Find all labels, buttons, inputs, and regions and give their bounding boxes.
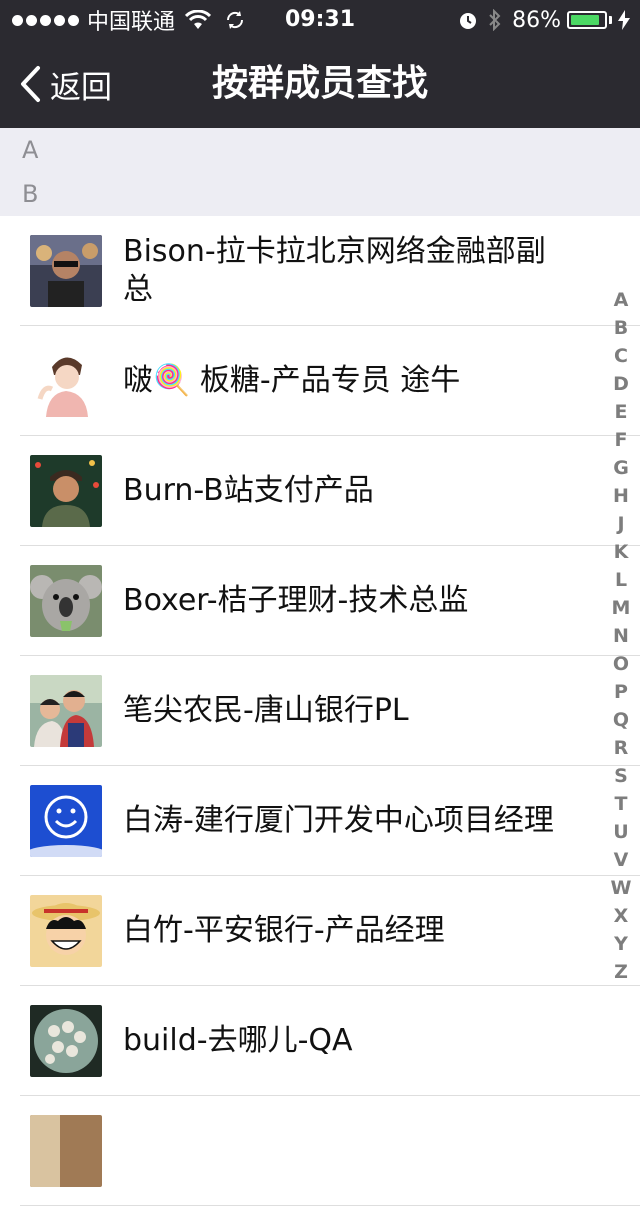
index-letter-q[interactable]: Q	[613, 706, 629, 734]
index-letter-e[interactable]: E	[615, 398, 628, 426]
member-list: Bison-拉卡拉北京网络金融部副总 啵🍭 板糖-产品专员 途牛 Burn-B站…	[0, 216, 640, 1206]
member-row[interactable]: Boxer-桔子理财-技术总监	[0, 546, 640, 656]
member-name: Boxer-桔子理财-技术总监	[123, 583, 469, 618]
index-letter-h[interactable]: H	[613, 482, 629, 510]
index-letter-s[interactable]: S	[614, 762, 628, 790]
member-row[interactable]: Burn-B站支付产品	[0, 436, 640, 546]
member-row[interactable]: 啵🍭 板糖-产品专员 途牛	[0, 326, 640, 436]
status-bar: 中国联通 09:31 86%	[0, 0, 640, 40]
index-letter-x[interactable]: X	[614, 902, 629, 930]
status-right: 86%	[458, 6, 630, 34]
member-name: 笔尖农民-唐山银行PL	[123, 693, 409, 728]
index-letter-a[interactable]: A	[614, 286, 629, 314]
avatar	[30, 455, 102, 527]
index-letter-k[interactable]: K	[614, 538, 629, 566]
avatar	[30, 565, 102, 637]
battery-icon	[567, 11, 607, 29]
avatar	[30, 785, 102, 857]
index-letter-l[interactable]: L	[615, 566, 627, 594]
index-letter-d[interactable]: D	[613, 370, 629, 398]
battery-level	[571, 15, 599, 25]
member-name	[123, 1096, 563, 1206]
alarm-icon	[460, 13, 477, 29]
index-letter-m[interactable]: M	[612, 594, 631, 622]
member-name: 啵🍭 板糖-产品专员 途牛	[123, 363, 461, 398]
avatar	[30, 345, 102, 417]
member-name: Bison-拉卡拉北京网络金融部副总	[123, 234, 546, 307]
navigation-bar: 返回 按群成员查找	[0, 40, 640, 128]
avatar	[30, 1115, 102, 1187]
bluetooth-icon	[489, 9, 501, 31]
member-row[interactable]: 白竹-平安银行-产品经理	[0, 876, 640, 986]
member-name: 白竹-平安银行-产品经理	[123, 913, 445, 948]
charging-icon	[618, 10, 630, 30]
index-letter-t[interactable]: T	[615, 790, 628, 818]
avatar	[30, 1005, 102, 1077]
index-letter-g[interactable]: G	[613, 454, 629, 482]
index-letter-w[interactable]: W	[611, 874, 632, 902]
index-letter-z[interactable]: Z	[614, 958, 628, 986]
avatar	[30, 235, 102, 307]
member-name: build-去哪儿-QA	[123, 1023, 353, 1058]
index-letter-u[interactable]: U	[613, 818, 628, 846]
avatar	[30, 895, 102, 967]
member-name: Burn-B站支付产品	[123, 473, 374, 508]
section-header-a: A	[0, 128, 640, 172]
section-header-b: B	[0, 172, 640, 216]
index-letter-r[interactable]: R	[614, 734, 629, 762]
member-row[interactable]: Bison-拉卡拉北京网络金融部副总	[0, 216, 640, 326]
index-letter-n[interactable]: N	[613, 622, 629, 650]
alphabet-index[interactable]: ABCDEFGHJKLMNOPQRSTUVWXYZ	[608, 286, 634, 986]
avatar	[30, 675, 102, 747]
index-letter-c[interactable]: C	[614, 342, 628, 370]
member-row[interactable]: 笔尖农民-唐山银行PL	[0, 656, 640, 766]
member-row[interactable]: 白涛-建行厦门开发中心项目经理	[0, 766, 640, 876]
index-letter-y[interactable]: Y	[614, 930, 628, 958]
index-letter-p[interactable]: P	[614, 678, 628, 706]
member-row[interactable]	[0, 1096, 640, 1206]
page-title: 按群成员查找	[211, 63, 428, 104]
index-letter-j[interactable]: J	[617, 510, 624, 538]
battery-tip	[609, 16, 612, 24]
member-name: 白涛-建行厦门开发中心项目经理	[123, 803, 554, 838]
battery-percent: 86%	[512, 7, 561, 33]
index-letter-v[interactable]: V	[614, 846, 629, 874]
member-row[interactable]: build-去哪儿-QA	[0, 986, 640, 1096]
index-letter-b[interactable]: B	[614, 314, 628, 342]
index-letter-o[interactable]: O	[613, 650, 629, 678]
index-letter-f[interactable]: F	[615, 426, 628, 454]
